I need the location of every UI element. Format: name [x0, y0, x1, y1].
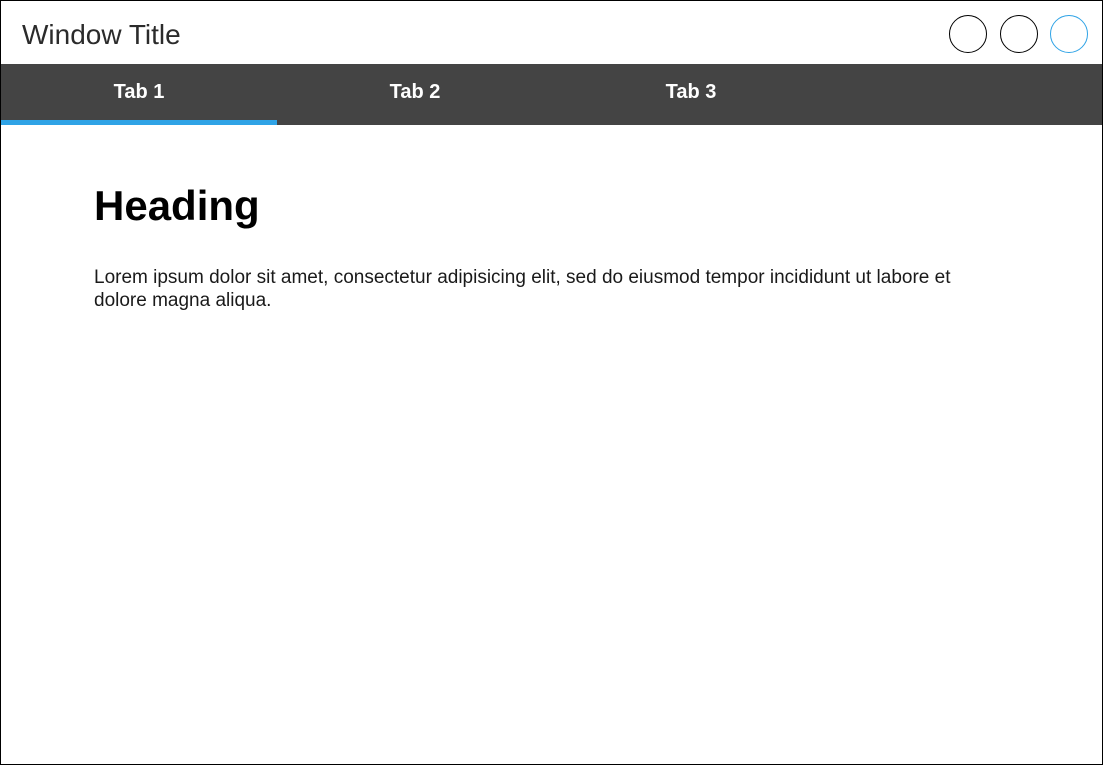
- tab-label: Tab 1: [113, 81, 165, 103]
- content-panel: Heading Lorem ipsum dolor sit amet, cons…: [1, 125, 1102, 764]
- tab-label: Tab 2: [389, 81, 441, 103]
- page-heading: Heading: [94, 182, 260, 229]
- tab-bar: Tab 1 Tab 2 Tab 3: [1, 64, 1102, 125]
- window-control-button-1[interactable]: [949, 15, 987, 53]
- window-control-button-2[interactable]: [1000, 15, 1038, 53]
- window-title: Window Title: [22, 19, 181, 50]
- tab-2[interactable]: Tab 2: [277, 64, 553, 125]
- body-paragraph: Lorem ipsum dolor sit amet, consectetur …: [94, 267, 951, 311]
- tab-3[interactable]: Tab 3: [553, 64, 829, 125]
- title-bar: Window Title: [1, 1, 1102, 64]
- tab-label: Tab 3: [665, 81, 717, 103]
- window-control-button-3[interactable]: [1050, 15, 1088, 53]
- tab-1[interactable]: Tab 1: [1, 64, 277, 125]
- application-window: Window Title Tab 1 Tab 2 Tab 3 Heading L…: [0, 0, 1103, 765]
